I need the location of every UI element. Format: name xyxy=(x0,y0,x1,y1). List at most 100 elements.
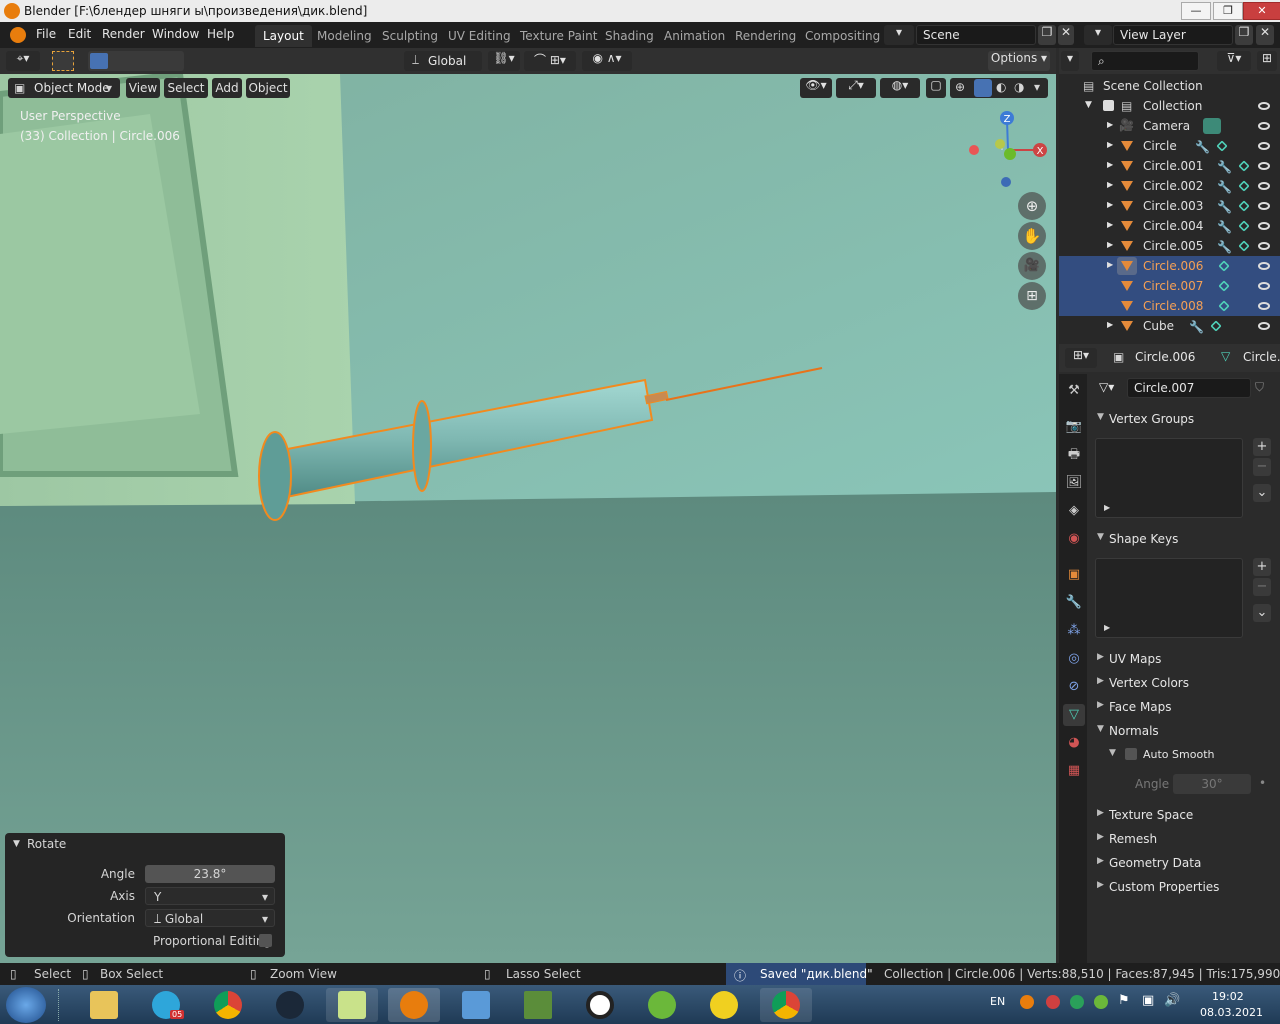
eye-icon[interactable] xyxy=(1258,182,1270,190)
new-view-layer-icon[interactable]: ❐ xyxy=(1235,25,1253,45)
breadcrumb-object[interactable]: Circle.006 xyxy=(1135,350,1195,364)
view-layer-tab-icon[interactable]: 🖼 xyxy=(1063,472,1085,494)
outliner-item-camera[interactable]: ▶ 🎥 Camera xyxy=(1059,116,1280,136)
add-shape-key-button[interactable]: + xyxy=(1253,558,1271,576)
orientation-dropdown[interactable]: ⟘ Global ▾ xyxy=(145,909,275,927)
select-menu[interactable]: Select xyxy=(164,78,208,98)
remove-shape-key-button[interactable]: − xyxy=(1253,578,1271,596)
editor-type-icon[interactable]: ⌖▾ xyxy=(6,51,40,71)
shape-keys-list[interactable]: ▶ xyxy=(1095,558,1243,638)
mode-dropdown[interactable]: ▣ Object Mode ▾ xyxy=(8,78,120,98)
delete-scene-icon[interactable]: ✕ xyxy=(1058,25,1074,45)
view-menu[interactable]: View xyxy=(126,78,160,98)
eye-icon[interactable] xyxy=(1258,242,1270,250)
taskbar-radiation-app[interactable] xyxy=(698,988,750,1022)
tab-texture-paint[interactable]: Texture Paint xyxy=(512,25,605,47)
selection-mode-buttons[interactable] xyxy=(88,51,184,71)
expand-icon[interactable]: ▶ xyxy=(1107,160,1113,169)
shading-options-icon[interactable]: ▾ xyxy=(1034,80,1040,94)
scene-name-field[interactable]: Scene xyxy=(916,25,1036,45)
tool-tab-icon[interactable]: ⚒ xyxy=(1063,380,1085,402)
texture-tab-icon[interactable]: ▦ xyxy=(1063,760,1085,782)
expand-icon[interactable]: ▶ xyxy=(1107,240,1113,249)
modifiers-tab-icon[interactable]: 🔧 xyxy=(1063,592,1085,614)
new-scene-icon[interactable]: ❐ xyxy=(1038,25,1056,45)
auto-smooth-angle-field[interactable]: 30° xyxy=(1173,774,1251,794)
taskbar-minecraft[interactable] xyxy=(512,988,564,1022)
tab-layout[interactable]: Layout xyxy=(255,25,312,47)
select-tool-icon[interactable] xyxy=(52,51,74,71)
gizmo-neg-x-axis[interactable] xyxy=(969,145,979,155)
outliner-item-circle-006[interactable]: ▶ Circle.006 xyxy=(1059,256,1280,276)
tray-app-icon[interactable] xyxy=(1020,995,1034,1009)
keyframe-dot-icon[interactable]: • xyxy=(1259,776,1266,790)
menu-help[interactable]: Help xyxy=(207,27,234,41)
gizmo-neg-y-axis[interactable] xyxy=(995,139,1005,149)
physics-tab-icon[interactable]: ◎ xyxy=(1063,648,1085,670)
proportional-editing-icon[interactable]: ◉ ∧▾ xyxy=(582,51,632,71)
delete-view-layer-icon[interactable]: ✕ xyxy=(1256,25,1274,45)
eye-icon[interactable] xyxy=(1258,322,1270,330)
expand-icon[interactable]: ▼ xyxy=(1085,100,1092,110)
vertex-groups-panel[interactable]: ▼ Vertex Groups xyxy=(1089,408,1277,430)
ortho-grid-icon[interactable]: ⊞ xyxy=(1018,282,1046,310)
tray-app-icon-3[interactable] xyxy=(1070,995,1084,1009)
tray-utorrent-icon[interactable] xyxy=(1094,995,1108,1009)
geometry-data-panel[interactable]: ▶ Geometry Data xyxy=(1089,852,1277,874)
eye-icon[interactable] xyxy=(1258,282,1270,290)
face-maps-panel[interactable]: ▶ Face Maps xyxy=(1089,696,1277,718)
network-icon[interactable]: ▣ xyxy=(1142,993,1154,1008)
tab-sculpting[interactable]: Sculpting xyxy=(374,25,446,47)
taskbar-explorer[interactable] xyxy=(78,988,130,1022)
filter-icon[interactable]: ⊽▾ xyxy=(1217,51,1251,71)
scene-selector-button[interactable]: ▾ xyxy=(884,25,914,45)
outliner-item-circle-005[interactable]: ▶ Circle.005 🔧 xyxy=(1059,236,1280,256)
proportional-editing-checkbox[interactable] xyxy=(259,934,272,947)
properties-editor-type-icon[interactable]: ⊞▾ xyxy=(1065,348,1097,368)
shape-keys-panel[interactable]: ▼ Shape Keys xyxy=(1089,528,1277,550)
vertex-groups-list[interactable]: ▶ xyxy=(1095,438,1243,518)
wireframe-shading-icon[interactable]: ⊕ xyxy=(955,80,965,94)
fake-user-shield-icon[interactable]: ⛉ xyxy=(1255,380,1264,395)
expand-icon[interactable]: ▶ xyxy=(1107,180,1113,189)
collapse-icon[interactable]: ▼ xyxy=(13,839,20,849)
constraints-tab-icon[interactable]: ⊘ xyxy=(1063,676,1085,698)
axis-dropdown[interactable]: Y ▾ xyxy=(145,887,275,905)
list-options-icon[interactable]: ▶ xyxy=(1104,503,1110,512)
menu-edit[interactable]: Edit xyxy=(68,27,91,41)
expand-icon[interactable]: ▶ xyxy=(1107,320,1113,329)
outliner-search-input[interactable]: ⌕ xyxy=(1091,51,1199,71)
outliner-item-circle-002[interactable]: ▶ Circle.002 🔧 xyxy=(1059,176,1280,196)
tab-rendering[interactable]: Rendering xyxy=(727,25,804,47)
eye-icon[interactable] xyxy=(1258,162,1270,170)
camera-view-icon[interactable]: 🎥 xyxy=(1018,252,1046,280)
world-tab-icon[interactable]: ◉ xyxy=(1063,528,1085,550)
add-menu[interactable]: Add xyxy=(212,78,242,98)
gizmo-toggle-icon[interactable]: ⤢▾ xyxy=(836,78,876,98)
view-layer-selector-button[interactable]: ▾ xyxy=(1084,25,1112,45)
outliner-item-circle-003[interactable]: ▶ Circle.003 🔧 xyxy=(1059,196,1280,216)
expand-icon[interactable]: ▶ xyxy=(1107,200,1113,209)
taskbar-notes[interactable] xyxy=(326,988,378,1022)
outliner-item-circle-001[interactable]: ▶ Circle.001 🔧 xyxy=(1059,156,1280,176)
volume-icon[interactable]: 🔊 xyxy=(1164,993,1180,1008)
outliner-item-circle-004[interactable]: ▶ Circle.004 🔧 xyxy=(1059,216,1280,236)
vertex-group-specials-button[interactable]: ⌄ xyxy=(1253,484,1271,502)
collection-checkbox[interactable] xyxy=(1103,100,1114,111)
vertex-colors-panel[interactable]: ▶ Vertex Colors xyxy=(1089,672,1277,694)
expand-icon[interactable]: ▶ xyxy=(1107,140,1113,149)
add-vertex-group-button[interactable]: + xyxy=(1253,438,1271,456)
solid-shading-icon[interactable] xyxy=(974,79,992,97)
mesh-datablock-icon[interactable]: ▽▾ xyxy=(1099,380,1114,394)
taskbar-chrome-2[interactable] xyxy=(760,988,812,1022)
select-new-icon[interactable] xyxy=(90,53,108,69)
tray-app-icon-2[interactable] xyxy=(1046,995,1060,1009)
expand-icon[interactable]: ▶ xyxy=(1107,120,1113,129)
object-tab-icon[interactable]: ▣ xyxy=(1063,564,1085,586)
shading-mode-buttons[interactable]: ⊕ ◐ ◑ ▾ xyxy=(950,78,1048,98)
eye-icon[interactable] xyxy=(1258,222,1270,230)
tab-compositing[interactable]: Compositing xyxy=(797,25,888,47)
eye-icon[interactable] xyxy=(1258,142,1270,150)
material-shading-icon[interactable]: ◐ xyxy=(996,80,1006,94)
angle-field[interactable]: 23.8° xyxy=(145,865,275,883)
